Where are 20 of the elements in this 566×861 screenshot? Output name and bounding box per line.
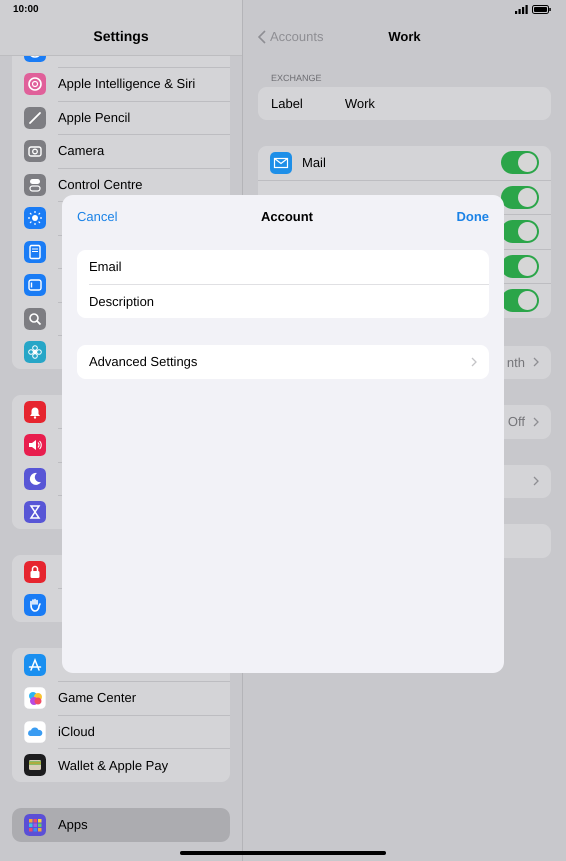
- row-label: Label: [271, 96, 303, 111]
- section-header: EXCHANGE: [271, 73, 323, 83]
- sidebar-item-label: Apple Intelligence & Siri: [58, 76, 196, 92]
- row-value: Work: [344, 96, 375, 111]
- sidebar-title: Settings: [92, 27, 150, 44]
- sidebar-item-label: Camera: [58, 143, 104, 158]
- sidebar-item-label: Game Center: [58, 690, 136, 706]
- row-value: Off: [508, 414, 525, 430]
- page-title: Work: [388, 29, 421, 44]
- sidebar-item-label: Wallet & Apple Pay: [58, 758, 168, 773]
- toggle-label: Mail: [302, 155, 327, 170]
- field-label: Description: [89, 294, 154, 309]
- sidebar-item-label: Apps: [58, 817, 88, 832]
- row-value: nth: [506, 354, 525, 370]
- sidebar-item-label: Apple Pencil: [58, 110, 130, 125]
- status-time: 10:00: [12, 3, 40, 17]
- sidebar-item-label: iCloud: [58, 724, 95, 739]
- sheet-title: Account: [260, 208, 313, 224]
- sidebar-item-label: Control Centre: [58, 176, 143, 192]
- field-label: Email: [89, 259, 122, 274]
